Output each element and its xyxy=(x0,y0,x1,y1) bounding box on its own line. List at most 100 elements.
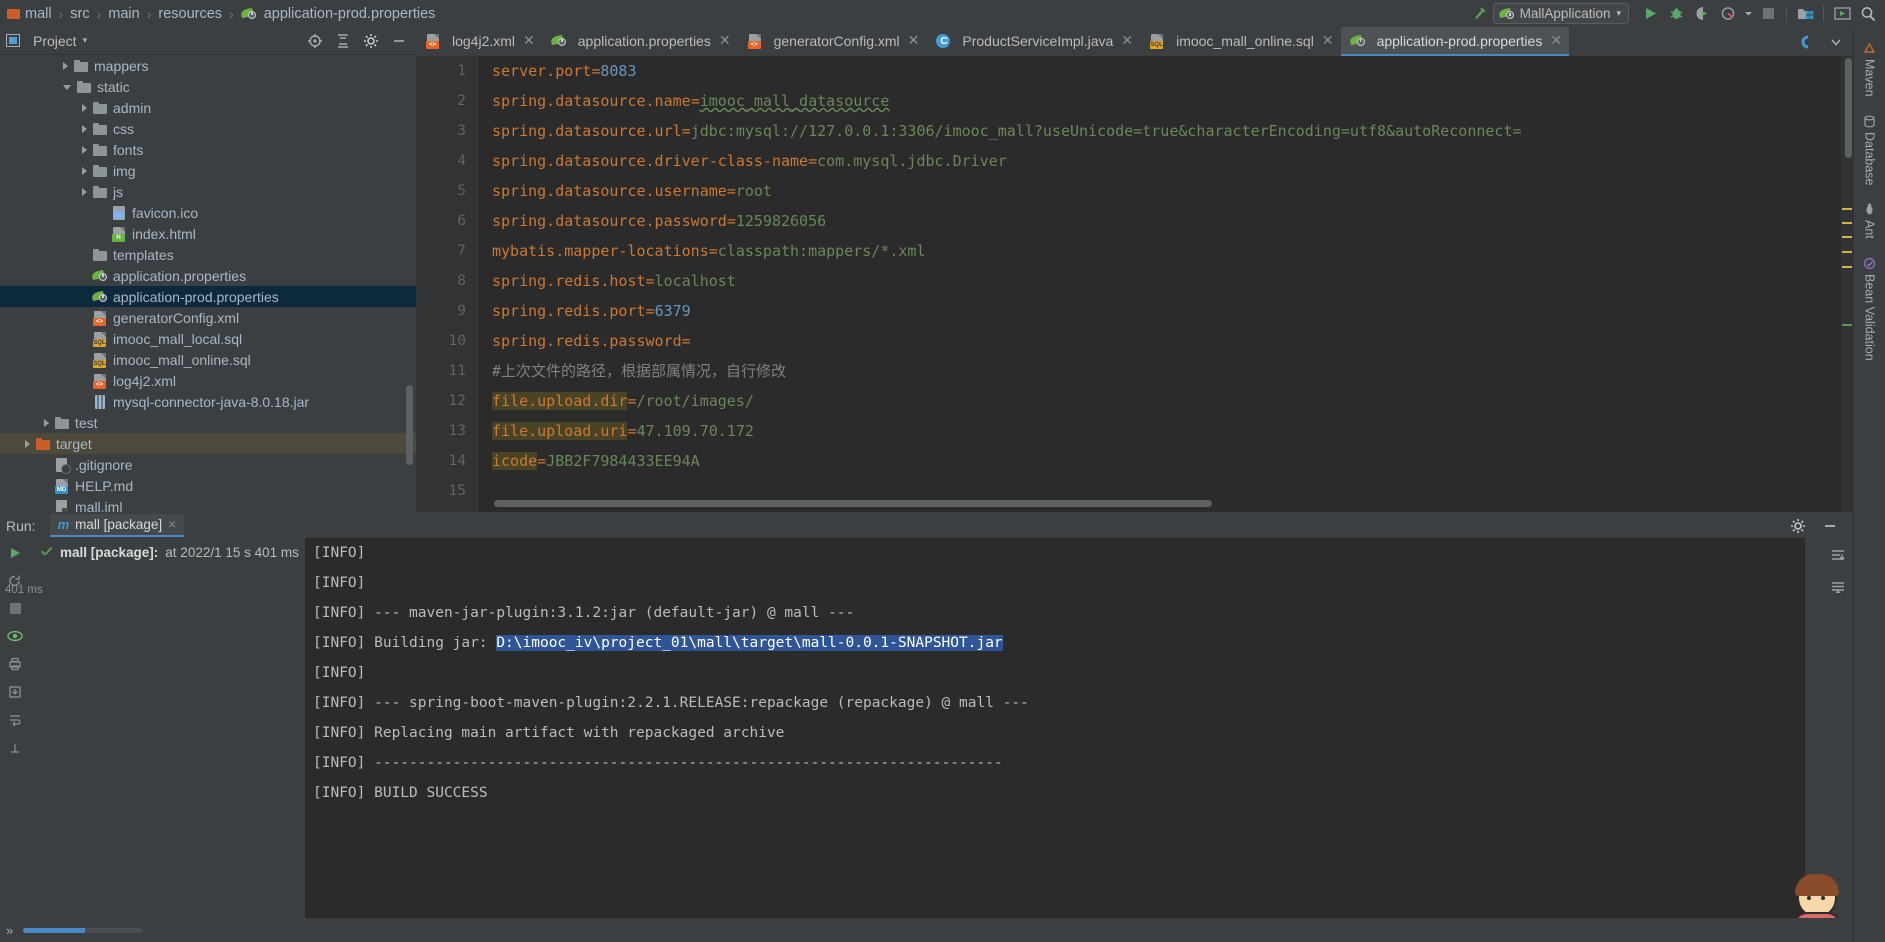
code-line[interactable]: spring.redis.port=6379 xyxy=(478,296,1853,326)
run-console-output[interactable]: [INFO] [INFO] [INFO] --- maven-jar-plugin:… xyxy=(305,538,1805,942)
editor-tab-imooc-mall-online-sql[interactable]: SQL imooc_mall_online.sql ✕ xyxy=(1140,27,1340,56)
tree-node-target[interactable]: target xyxy=(0,433,416,454)
tree-node-index-html[interactable]: Hindex.html xyxy=(0,223,416,244)
editor-tab-productserviceimpl-java[interactable]: C ProductServiceImpl.java ✕ xyxy=(926,27,1140,56)
window-layout-icon[interactable] xyxy=(1829,2,1855,25)
chevron-right-icon[interactable] xyxy=(44,418,49,427)
chevron-right-icon[interactable] xyxy=(82,166,87,175)
breadcrumb-item-file[interactable]: application-prod.properties xyxy=(240,6,437,22)
code-editor[interactable]: 1 2 3 4 5 6 7 8 9 10 11 12 13 14 15 server.port=8083 sp… xyxy=(416,56,1853,512)
chevron-right-icon[interactable] xyxy=(25,439,30,448)
editor-tab-generatorconfig-xml[interactable]: <> generatorConfig.xml ✕ xyxy=(738,27,927,56)
tree-node-gitignore[interactable]: .gitignore xyxy=(0,454,416,475)
warning-marker[interactable] xyxy=(1842,266,1852,268)
tree-node-static[interactable]: static xyxy=(0,76,416,97)
locate-icon[interactable] xyxy=(302,29,328,52)
editor-code-area[interactable]: server.port=8083 spring.datasource.name=i… xyxy=(478,56,1853,512)
breadcrumb-item-mall[interactable]: mall xyxy=(6,6,53,22)
tree-node-imooc-mall-local-sql[interactable]: SQL imooc_mall_local.sql xyxy=(0,328,416,349)
code-line[interactable]: file.upload.uri=47.109.70.172 xyxy=(478,416,1853,446)
settings-gear-icon[interactable] xyxy=(358,29,384,52)
tree-node-img[interactable]: img xyxy=(0,160,416,181)
warning-marker[interactable] xyxy=(1842,251,1852,253)
help-icon[interactable] xyxy=(8,741,22,755)
tool-window-maven[interactable]: Maven xyxy=(1861,35,1879,104)
tree-node-mall-iml[interactable]: mall.iml xyxy=(0,496,416,512)
code-line[interactable]: mybatis.mapper-locations=classpath:mappe… xyxy=(478,236,1853,266)
tree-node-js[interactable]: js xyxy=(0,181,416,202)
code-line[interactable]: spring.datasource.password=1259826056 xyxy=(478,206,1853,236)
code-line[interactable]: spring.redis.host=localhost xyxy=(478,266,1853,296)
breadcrumb-item-src[interactable]: src xyxy=(69,6,90,22)
editor-horizontal-scrollbar[interactable] xyxy=(494,500,1212,507)
scroll-to-end-icon[interactable] xyxy=(1830,548,1846,564)
editor-tab-application-properties[interactable]: application.properties ✕ xyxy=(542,27,738,56)
code-line[interactable]: spring.redis.password= xyxy=(478,326,1853,356)
stop-icon[interactable] xyxy=(9,602,22,615)
soft-wrap-icon[interactable] xyxy=(8,713,22,727)
expand-chevron-icon[interactable]: » xyxy=(6,923,13,938)
warning-marker[interactable] xyxy=(1842,236,1852,238)
close-icon[interactable]: ✕ xyxy=(1121,32,1133,49)
build-hammer-icon[interactable] xyxy=(1467,2,1493,25)
chevron-right-icon[interactable] xyxy=(63,61,68,70)
scroll-down-icon[interactable] xyxy=(1830,580,1846,596)
chevron-right-icon[interactable] xyxy=(82,124,87,133)
tree-node-imooc-mall-online-sql[interactable]: SQL imooc_mall_online.sql xyxy=(0,349,416,370)
profiler-icon[interactable] xyxy=(1715,2,1741,25)
close-icon[interactable]: ✕ xyxy=(719,32,731,49)
tree-node-help-md[interactable]: MD HELP.md xyxy=(0,475,416,496)
code-line[interactable]: spring.datasource.driver-class-name=com.… xyxy=(478,146,1853,176)
code-line[interactable]: spring.datasource.url=jdbc:mysql://127.0… xyxy=(478,116,1853,146)
collapse-all-icon[interactable] xyxy=(330,29,356,52)
chevron-down-icon[interactable] xyxy=(63,85,71,90)
search-everywhere-icon[interactable] xyxy=(1855,2,1881,25)
tree-node-mappers[interactable]: mappers xyxy=(0,55,416,76)
tree-node-admin[interactable]: admin xyxy=(0,97,416,118)
chevron-down-icon[interactable] xyxy=(1741,2,1755,25)
tab-list-icon[interactable] xyxy=(1795,30,1821,53)
tree-node-css[interactable]: css xyxy=(0,118,416,139)
tree-node-fonts[interactable]: fonts xyxy=(0,139,416,160)
tree-node-favicon-ico[interactable]: favicon.ico xyxy=(0,202,416,223)
tree-node-test[interactable]: test xyxy=(0,412,416,433)
editor-marker-strip[interactable] xyxy=(1841,56,1853,512)
tree-node-templates[interactable]: templates xyxy=(0,244,416,265)
editor-tab-log4j2-xml[interactable]: <> log4j2.xml ✕ xyxy=(416,27,542,56)
close-icon[interactable]: × xyxy=(168,517,176,532)
tool-window-bean-validation[interactable]: Bean Validation xyxy=(1861,250,1879,368)
run-icon[interactable] xyxy=(1637,2,1663,25)
run-configuration-selector[interactable]: MallApplication ▾ xyxy=(1492,3,1629,24)
project-structure-icon[interactable] xyxy=(1792,2,1818,25)
tool-window-ant[interactable]: Ant xyxy=(1861,196,1879,246)
export-icon[interactable] xyxy=(8,685,22,699)
ok-marker[interactable] xyxy=(1842,324,1852,326)
tree-node-log4j2-xml[interactable]: <> log4j2.xml xyxy=(0,370,416,391)
code-line[interactable]: server.port=8083 xyxy=(478,56,1853,86)
breadcrumb-item-resources[interactable]: resources xyxy=(157,6,223,22)
code-line[interactable]: icode=JBB2F7984433EE94A xyxy=(478,446,1853,476)
close-icon[interactable]: ✕ xyxy=(1322,32,1334,49)
run-with-coverage-icon[interactable] xyxy=(1689,2,1715,25)
minimize-icon[interactable] xyxy=(1817,514,1843,537)
tree-node-application-prod-properties[interactable]: application-prod.properties xyxy=(0,286,416,307)
tree-node-application-properties[interactable]: application.properties xyxy=(0,265,416,286)
code-line[interactable]: file.upload.dir=/root/images/ xyxy=(478,386,1853,416)
chevron-right-icon[interactable] xyxy=(82,187,87,196)
warning-marker[interactable] xyxy=(1842,222,1852,224)
rerun-icon[interactable] xyxy=(8,546,22,560)
debug-icon[interactable] xyxy=(1663,2,1689,25)
editor-vertical-scrollbar[interactable] xyxy=(1845,58,1852,158)
breadcrumb-item-main[interactable]: main xyxy=(107,6,140,22)
run-tab-mall-package[interactable]: m mall [package] × xyxy=(49,514,185,537)
chevron-down-icon[interactable] xyxy=(1823,30,1849,53)
code-line[interactable]: spring.datasource.name=imooc_mall_dataso… xyxy=(478,86,1853,116)
project-tree[interactable]: mappers static admin css fonts img js favicon.i… xyxy=(0,55,416,512)
chevron-down-icon[interactable]: ▾ xyxy=(83,35,88,46)
code-line[interactable]: spring.datasource.username=root xyxy=(478,176,1853,206)
close-icon[interactable]: ✕ xyxy=(1550,32,1562,49)
stop-icon[interactable] xyxy=(1755,2,1781,25)
tool-window-database[interactable]: Database xyxy=(1861,108,1879,193)
tree-node-generatorconfig-xml[interactable]: <> generatorConfig.xml xyxy=(0,307,416,328)
tree-scrollbar[interactable] xyxy=(406,385,413,465)
